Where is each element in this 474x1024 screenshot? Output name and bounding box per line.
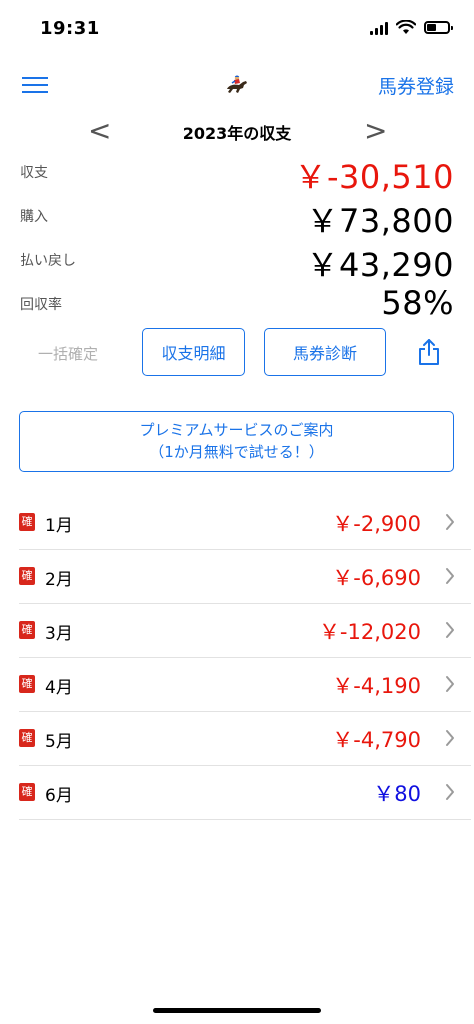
return-rate-value: 58% [381,284,454,322]
register-ticket-button[interactable]: 馬券登録 [378,72,454,99]
summary-payout: 払い戻し ￥43,290 [0,240,474,284]
month-value: ￥-6,690 [332,566,421,590]
cellular-signal-icon [370,21,388,35]
month-label: 2月 [45,570,73,590]
chevron-right-icon [446,784,454,800]
status-bar: 19:31 [0,0,474,58]
month-value: ￥-2,900 [332,512,421,536]
confirmed-badge-icon: 確 [19,513,35,531]
purchase-label: 購入 [20,209,48,225]
year-selector: < 2023年の収支 > [0,112,474,152]
hamburger-menu-icon[interactable] [22,75,50,95]
month-row-5[interactable]: 確 5月 ￥-4,790 [19,712,471,766]
premium-line1: プレミアムサービスのご案内 [139,421,334,439]
month-row-1[interactable]: 確 1月 ￥-2,900 [19,496,471,550]
premium-line2: （1か月無料で試せる！） [149,443,324,461]
payout-label: 払い戻し [20,253,76,269]
chevron-right-icon [446,514,454,530]
month-row-4[interactable]: 確 4月 ￥-4,190 [19,658,471,712]
nav-bar: 馬券登録 [0,60,474,110]
screen: 19:31 馬券登録 < 2023年の収支 > 収支 ￥-30,510 購入 ￥… [0,0,474,1024]
status-time: 19:31 [40,18,100,39]
confirmed-badge-icon: 確 [19,621,35,639]
balance-label: 収支 [20,165,48,181]
chevron-right-icon [446,622,454,638]
month-row-2[interactable]: 確 2月 ￥-6,690 [19,550,471,604]
return-rate-label: 回収率 [20,297,62,313]
month-list: 確 1月 ￥-2,900 確 2月 ￥-6,690 確 3月 ￥-12,020 … [19,496,471,820]
status-icons [370,20,453,35]
month-row-3[interactable]: 確 3月 ￥-12,020 [19,604,471,658]
summary-purchase: 購入 ￥73,800 [0,196,474,240]
detail-button[interactable]: 収支明細 [142,328,245,376]
month-value: ￥-4,790 [332,728,421,752]
next-year-button[interactable]: > [364,114,387,147]
month-row-6[interactable]: 確 6月 ￥80 [19,766,471,820]
purchase-value: ￥73,800 [306,202,454,240]
share-icon[interactable] [416,338,442,366]
confirmed-badge-icon: 確 [19,783,35,801]
battery-icon [424,21,453,34]
chevron-right-icon [446,568,454,584]
premium-service-button[interactable]: プレミアムサービスのご案内 （1か月無料で試せる！） [19,411,454,472]
chevron-right-icon [446,676,454,692]
bulk-confirm-button[interactable]: 一括確定 [38,343,98,364]
confirmed-badge-icon: 確 [19,729,35,747]
payout-value: ￥43,290 [306,246,454,284]
month-value: ￥80 [373,782,421,806]
wifi-icon [396,20,416,34]
month-label: 4月 [45,678,73,698]
month-label: 6月 [45,786,73,806]
battery-level [427,24,436,31]
confirmed-badge-icon: 確 [19,675,35,693]
summary-return-rate: 回収率 58% [0,284,474,328]
diagnosis-button[interactable]: 馬券診断 [264,328,386,376]
month-label: 3月 [45,624,73,644]
chevron-right-icon [446,730,454,746]
month-value: ￥-12,020 [318,620,421,644]
month-value: ￥-4,190 [332,674,421,698]
horse-racing-icon [227,75,247,93]
summary-balance: 収支 ￥-30,510 [0,152,474,196]
month-label: 5月 [45,732,73,752]
home-indicator[interactable] [153,1008,321,1013]
action-row: 一括確定 収支明細 馬券診断 [0,328,474,378]
confirmed-badge-icon: 確 [19,567,35,585]
balance-value: ￥-30,510 [294,158,454,196]
year-title: 2023年の収支 [182,124,292,143]
month-label: 1月 [45,516,73,536]
